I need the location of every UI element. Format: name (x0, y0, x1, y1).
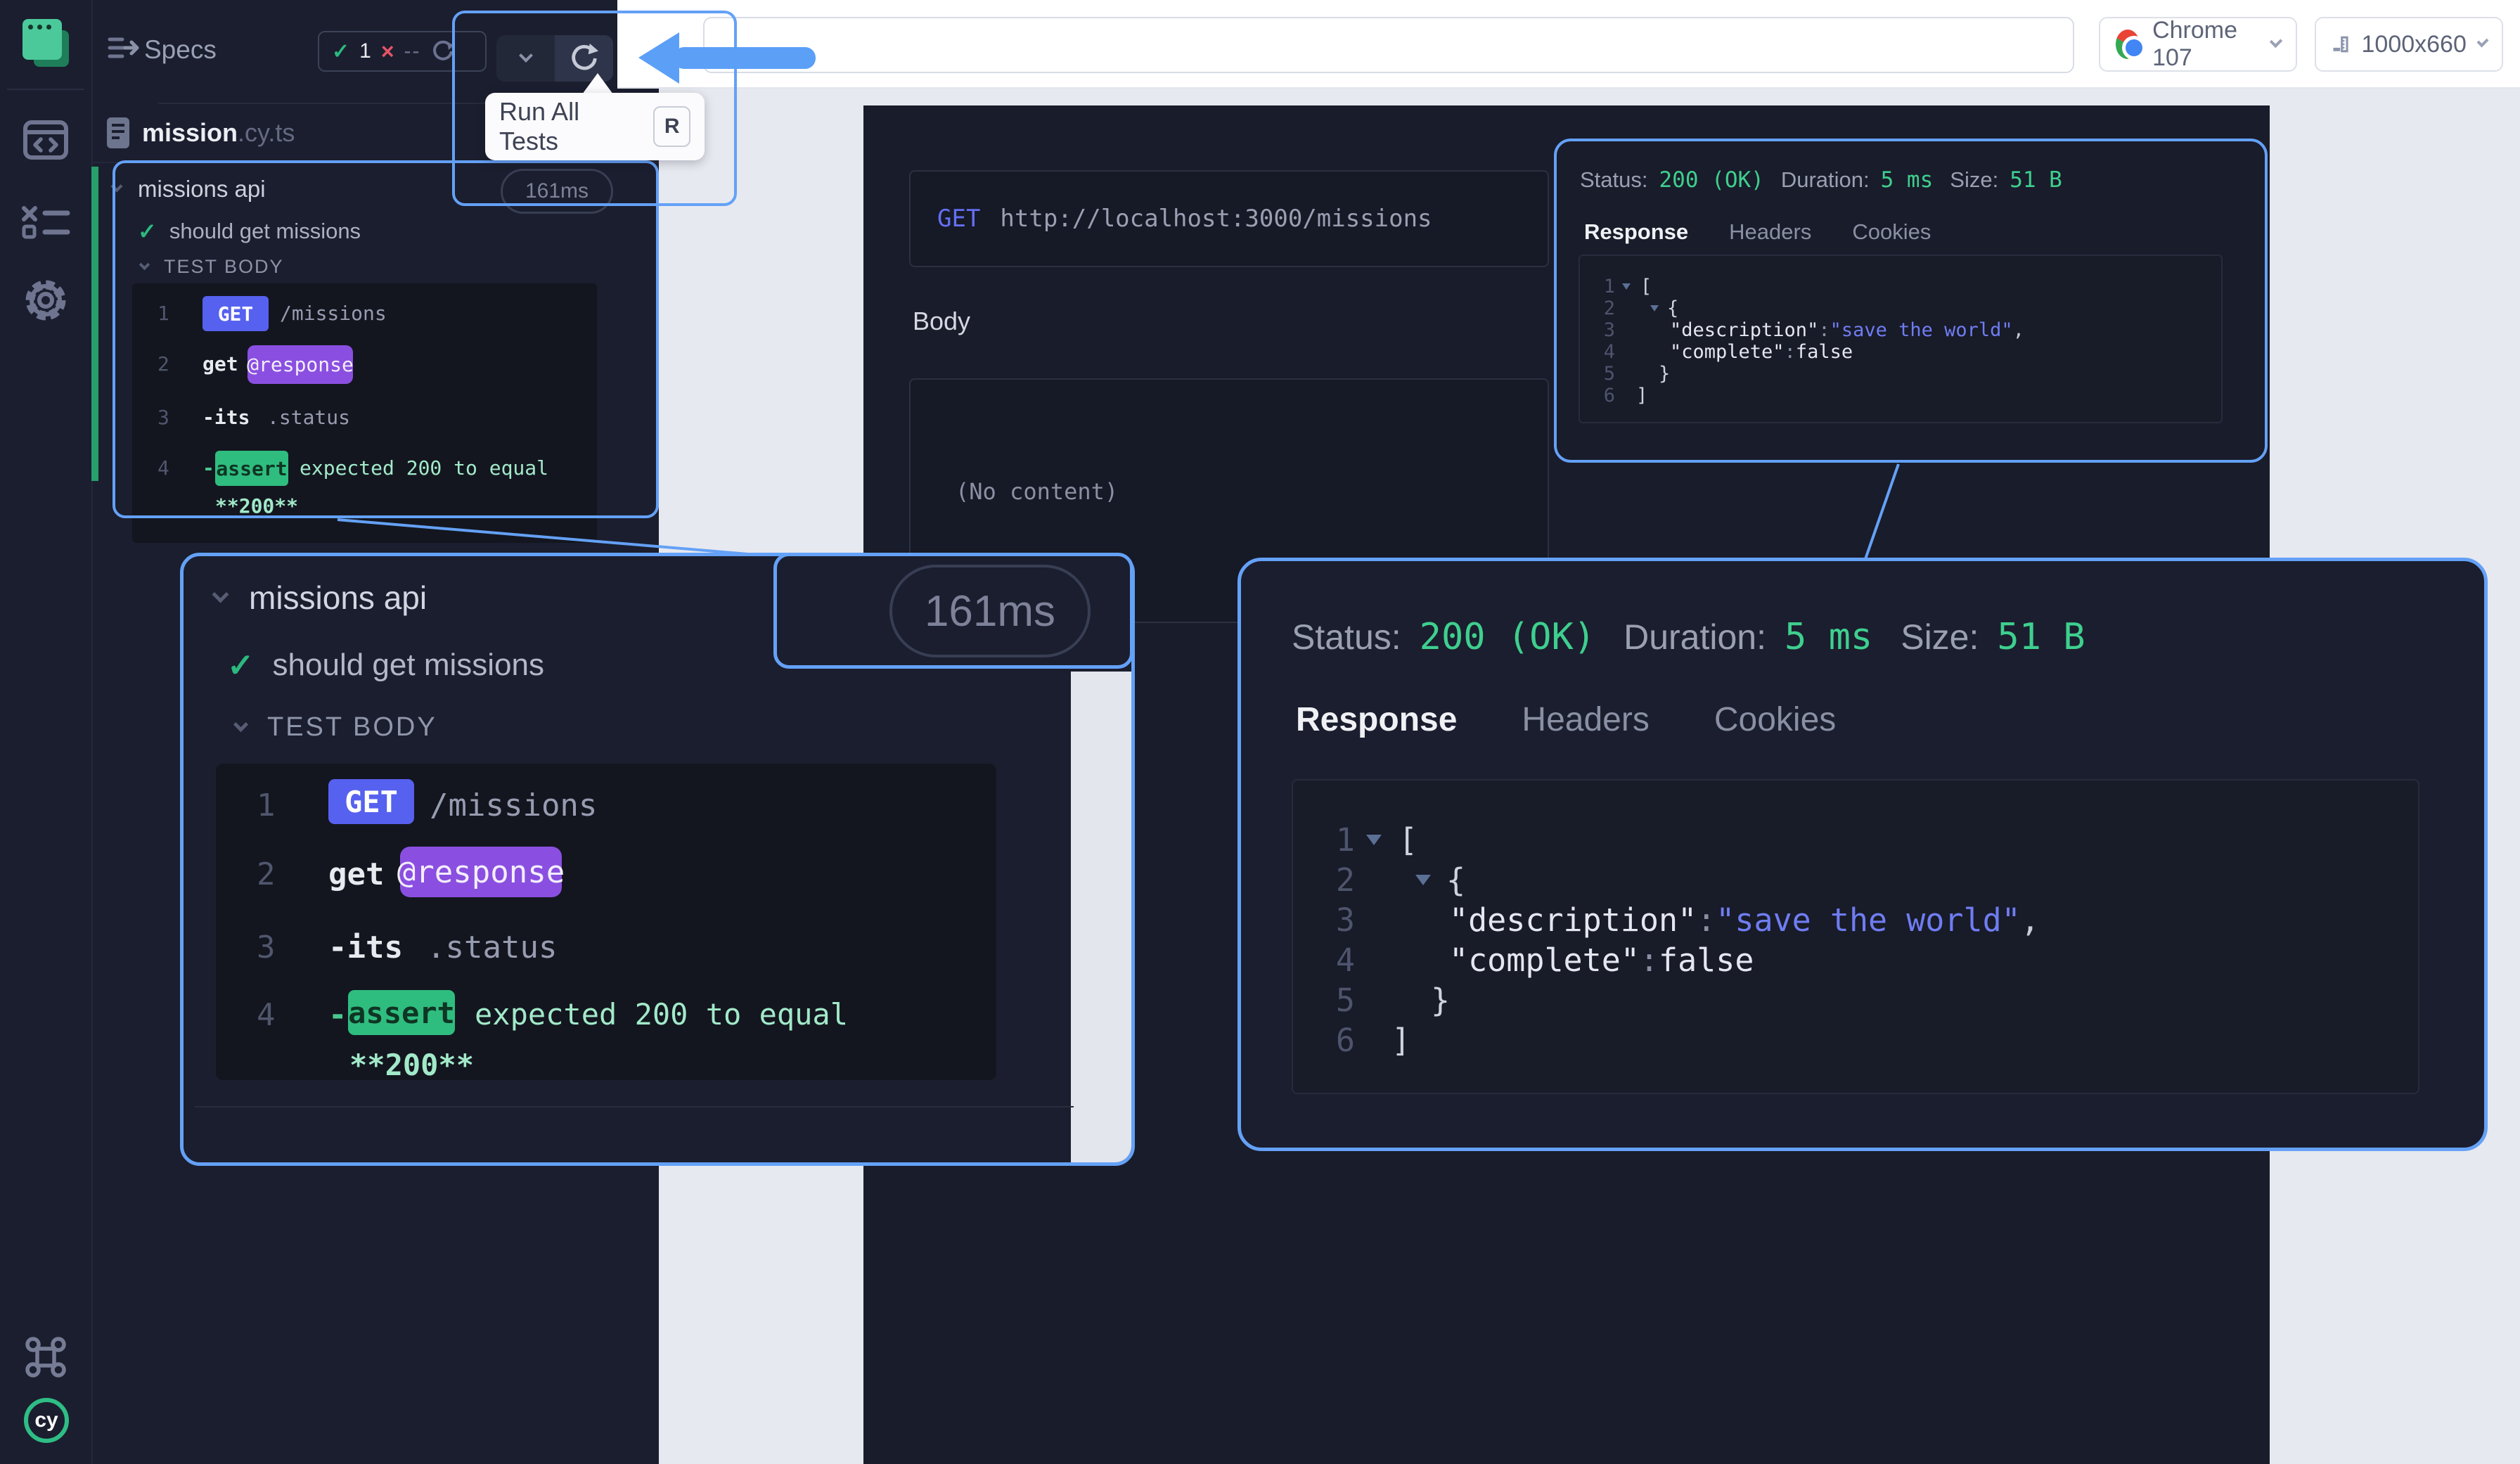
viewport-select[interactable]: 1000x660 (2315, 17, 2503, 72)
failed-count: -- (404, 39, 421, 63)
specs-panel-title: Specs (144, 35, 217, 64)
spec-file-name: mission (142, 118, 238, 147)
tab-cookies[interactable]: Cookies (1714, 700, 1836, 739)
tab-headers[interactable]: Headers (1522, 700, 1649, 739)
keyboard-key-badge: R (653, 106, 690, 147)
panel-divider (195, 1106, 1074, 1107)
sidebar-item-runs[interactable] (20, 197, 72, 242)
chevron-down-icon (2476, 35, 2489, 48)
tooltip-caret (582, 73, 613, 94)
callout-response-outline (1554, 139, 2268, 463)
chevron-down-icon (212, 585, 229, 603)
magnified-response-callout: Status: 200 (OK) Duration: 5 ms Size: 51… (1238, 558, 2488, 1151)
response-alias-badge: @response (397, 847, 565, 897)
keyboard-shortcuts-button[interactable] (21, 1335, 70, 1380)
suite-duration-badge: 161ms (889, 565, 1091, 657)
viewport-select-label: 1000x660 (2361, 30, 2467, 58)
command-log: 1 GET /missions 2 get @response 3 -its .… (216, 764, 996, 1082)
json-line: 6 ] (1335, 1022, 1411, 1059)
cypress-cy-logo[interactable]: cy (24, 1398, 69, 1443)
test-list-icon (22, 206, 70, 239)
response-status-line: Status: 200 (OK) Duration: 5 ms Size: 51… (1292, 616, 2085, 658)
magnified-duration-callout: 161ms (773, 553, 1133, 669)
no-content-text: (No content) (956, 478, 1119, 505)
failed-x-icon: × (380, 38, 394, 64)
url-input[interactable] (703, 17, 2074, 73)
spec-file-ext: .cy.ts (238, 118, 295, 147)
active-spec-indicator (91, 167, 98, 481)
cypress-windows-icon (22, 19, 70, 71)
specs-list-icon (107, 34, 139, 63)
response-json-viewer: 1 [ 2 { 3 "description" : "save the worl… (1292, 779, 2419, 1094)
settings-gear-icon (25, 280, 66, 321)
sidebar-item-specs[interactable] (20, 118, 72, 163)
assert-badge: assert (348, 990, 455, 1035)
suite-row[interactable]: missions api (212, 579, 427, 617)
chrome-icon (2116, 30, 2147, 60)
ruler-icon (2333, 36, 2348, 53)
request-method: GET (937, 205, 981, 233)
rail-divider (7, 89, 84, 90)
test-body-section-row[interactable]: TEST BODY (233, 712, 437, 743)
json-line: 2 { (1335, 861, 1466, 899)
collapse-marker-icon[interactable] (1415, 875, 1431, 885)
run-all-tests-tooltip: Run All Tests R (485, 93, 705, 160)
cypress-app-logo[interactable] (21, 15, 72, 75)
browser-select[interactable]: Chrome 107 (2099, 17, 2297, 72)
chevron-down-icon (2269, 34, 2283, 49)
chevron-down-icon (233, 717, 249, 732)
request-url-box: GET http://localhost:3000/missions (909, 170, 1549, 267)
body-section-label: Body (913, 307, 971, 335)
test-row[interactable]: ✓ should get missions (227, 646, 544, 684)
collapse-marker-icon[interactable] (1366, 835, 1382, 845)
passed-count: 1 (359, 39, 371, 63)
get-method-badge: GET (328, 779, 414, 824)
sidebar-item-settings[interactable] (20, 276, 72, 325)
callout-tree-outline (112, 160, 659, 518)
page-background-sliver (1071, 672, 1131, 1162)
json-line: 5 } (1335, 982, 1451, 1019)
request-url: http://localhost:3000/missions (1000, 205, 1432, 233)
spec-file-icon (107, 117, 129, 148)
tooltip-label: Run All Tests (499, 97, 580, 155)
test-passed-check-icon: ✓ (227, 647, 255, 683)
json-line: 4 "complete" : false (1335, 942, 1754, 979)
json-line: 3 "description" : "save the world" , (1335, 901, 2040, 939)
json-line: 1 [ (1335, 821, 1418, 859)
pending-circle-icon (432, 40, 454, 60)
browser-select-label: Chrome 107 (2152, 17, 2238, 71)
tab-response[interactable]: Response (1296, 700, 1457, 739)
passed-check-icon: ✓ (332, 39, 350, 63)
command-icon (25, 1337, 66, 1378)
browser-code-icon (23, 120, 68, 160)
response-tabs: Response Headers Cookies (1296, 700, 1836, 739)
